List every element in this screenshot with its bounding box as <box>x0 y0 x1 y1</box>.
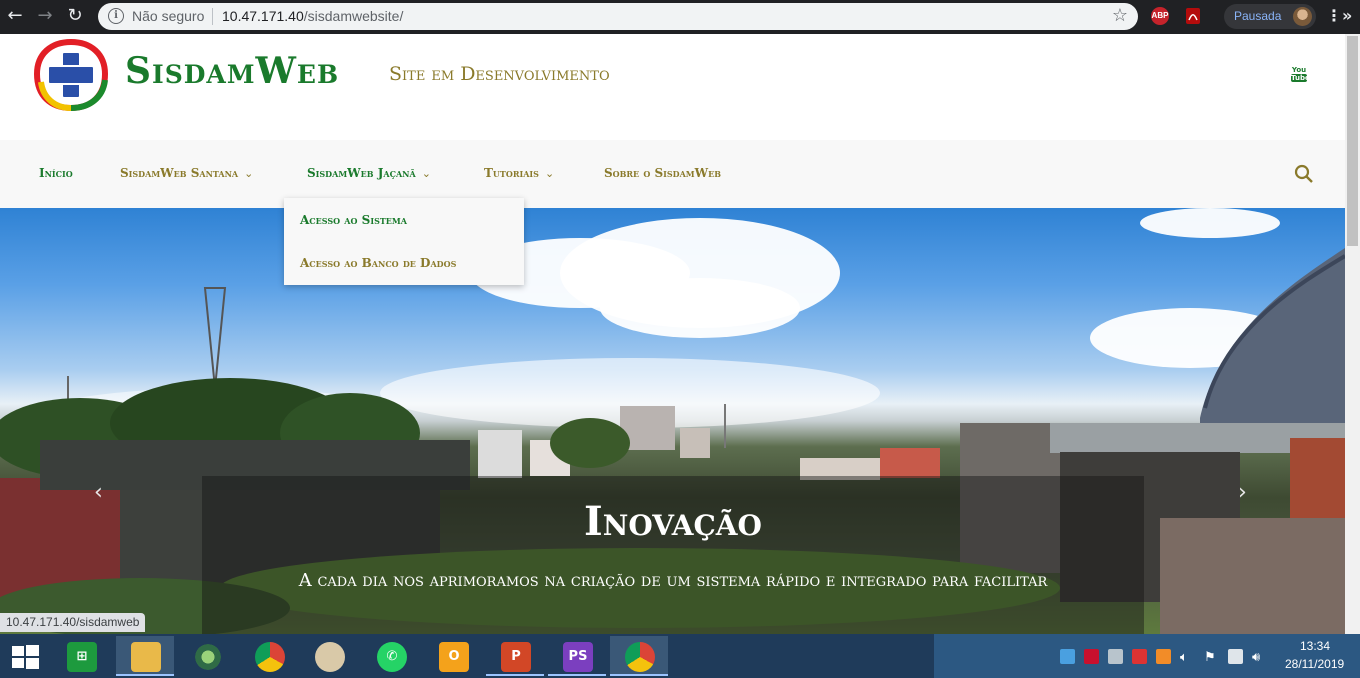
taskbar-paint[interactable] <box>300 636 358 676</box>
hero-slider: ‹ › Inovação A cada dia nos aprimoramos … <box>0 208 1345 634</box>
profile-label: Pausada <box>1234 9 1282 23</box>
windows-start-icon[interactable] <box>10 644 40 670</box>
adblock-plus-icon[interactable]: ABP <box>1151 7 1169 25</box>
main-nav: Início SisdamWeb Santana ⌄ SisdamWeb Jaça… <box>0 140 1345 208</box>
youtube-icon[interactable]: You Tube <box>1291 66 1310 84</box>
slide-caption: Inovação A cada dia nos aprimoramos na c… <box>202 476 1144 634</box>
slider-next-arrow[interactable]: › <box>1238 480 1247 505</box>
system-tray <box>934 634 1360 678</box>
chevron-down-icon: ⌄ <box>544 167 555 180</box>
slide-text: A cada dia nos aprimoramos na criação de… <box>298 570 1048 591</box>
chevron-down-icon: ⌄ <box>421 167 431 180</box>
dropdown-item-acesso-sistema[interactable]: Acesso ao Sistema <box>300 213 407 227</box>
paint-palette-icon <box>315 642 345 672</box>
dropdown-item-acesso-banco[interactable]: Acesso ao Banco de Dados <box>300 256 456 270</box>
flag-icon[interactable]: ⚑ <box>1204 649 1219 664</box>
youtube-top-text: You <box>1291 66 1307 74</box>
taskbar-powerpoint[interactable]: P <box>486 636 544 676</box>
url-host: 10.47.171.40 <box>222 8 304 24</box>
xampp-icon[interactable] <box>1156 649 1171 664</box>
site-header: SisdamWeb Site em Desenvolvimento You Tu… <box>0 34 1345 140</box>
bookmark-star-icon[interactable]: ☆ <box>1112 5 1128 26</box>
info-icon[interactable]: i <box>108 8 124 24</box>
nav-label: SisdamWeb Jaçanã <box>307 166 416 180</box>
status-bar-url: 10.47.171.40/sisdamweb <box>0 613 146 632</box>
url-path: /sisdamwebsite/ <box>303 8 404 24</box>
taskbar-phpstorm[interactable]: PS <box>548 636 606 676</box>
sisdamweb-logo[interactable] <box>33 38 109 112</box>
clock-time[interactable]: 13:34 <box>1300 639 1330 653</box>
chrome-icon <box>625 642 655 672</box>
nav-item-inicio[interactable]: Início <box>39 166 73 180</box>
profile-button[interactable]: Pausada <box>1224 4 1316 29</box>
url-text[interactable]: 10.47.171.40/sisdamwebsite/ <box>222 8 403 24</box>
scrollbar-thumb[interactable] <box>1347 36 1358 246</box>
nav-label: Início <box>39 166 73 180</box>
nav-item-tutoriais[interactable]: Tutoriais ⌄ <box>484 166 554 180</box>
store-icon: ⊞ <box>67 642 97 672</box>
chevron-down-icon: ⌄ <box>244 167 254 180</box>
page-scrollbar[interactable] <box>1345 34 1360 634</box>
nav-item-sobre[interactable]: Sobre o SisdamWeb <box>604 166 721 180</box>
nav-label: Tutoriais <box>484 166 539 180</box>
jacana-dropdown-menu: Acesso ao Sistema Acesso ao Banco de Dad… <box>284 198 524 285</box>
youtube-bottom-text: Tube <box>1291 74 1310 82</box>
outlook-icon: O <box>439 642 469 672</box>
nav-label: SisdamWeb Santana <box>120 166 239 180</box>
security-label: Não seguro <box>132 8 205 24</box>
taskbar-store-app[interactable]: ⊞ <box>52 636 110 676</box>
mcafee-icon[interactable] <box>1084 649 1099 664</box>
powerpoint-icon: P <box>501 642 531 672</box>
volume-icon[interactable]: 🔊︎ <box>1252 649 1267 664</box>
avatar <box>1293 7 1312 26</box>
search-icon[interactable] <box>1294 164 1314 184</box>
taskbar-file-explorer[interactable] <box>116 636 174 676</box>
speaker-icon[interactable]: 🔈︎ <box>1180 649 1195 664</box>
network-icon[interactable] <box>1060 649 1075 664</box>
reload-icon[interactable]: ↻ <box>64 5 86 27</box>
nav-item-sisdamweb-jacana[interactable]: SisdamWeb Jaçanã ⌄ <box>307 166 431 180</box>
browser-menu-icon[interactable]: ⋮» <box>1326 6 1352 25</box>
back-icon[interactable]: ← <box>4 5 26 27</box>
nav-label: Sobre o SisdamWeb <box>604 166 721 180</box>
taskbar-app-circle[interactable] <box>178 636 236 676</box>
pdf-extension-icon[interactable] <box>1184 7 1202 25</box>
nav-item-sisdamweb-santana[interactable]: SisdamWeb Santana ⌄ <box>120 166 253 180</box>
taskbar-chrome[interactable] <box>240 636 298 676</box>
windows-taskbar: ⊞ ✆ O P PS 🔈︎ ⚑ 🔊︎ 13:34 28/11/2019 <box>0 634 1360 678</box>
taskbar-outlook[interactable]: O <box>424 636 482 676</box>
whatsapp-icon: ✆ <box>377 642 407 672</box>
display-icon[interactable] <box>1228 649 1243 664</box>
app-circle-icon <box>193 642 223 672</box>
folder-icon <box>131 642 161 672</box>
browser-toolbar: ← → ↻ i Não seguro 10.47.171.40/sisdamwe… <box>0 0 1360 34</box>
taskbar-whatsapp[interactable]: ✆ <box>362 636 420 676</box>
chrome-icon <box>255 642 285 672</box>
slide-title: Inovação <box>584 498 762 545</box>
forward-icon[interactable]: → <box>34 5 56 27</box>
slider-prev-arrow[interactable]: ‹ <box>94 480 103 505</box>
site-title[interactable]: SisdamWeb <box>125 50 339 92</box>
address-bar[interactable]: i Não seguro 10.47.171.40/sisdamwebsite/… <box>98 3 1138 30</box>
taskbar-chrome-active[interactable] <box>610 636 668 676</box>
tray-app-icon[interactable] <box>1108 649 1123 664</box>
address-separator <box>212 8 213 25</box>
site-tagline: Site em Desenvolvimento <box>389 63 610 85</box>
tray-red-icon[interactable] <box>1132 649 1147 664</box>
phpstorm-icon: PS <box>563 642 593 672</box>
clock-date[interactable]: 28/11/2019 <box>1285 657 1344 671</box>
